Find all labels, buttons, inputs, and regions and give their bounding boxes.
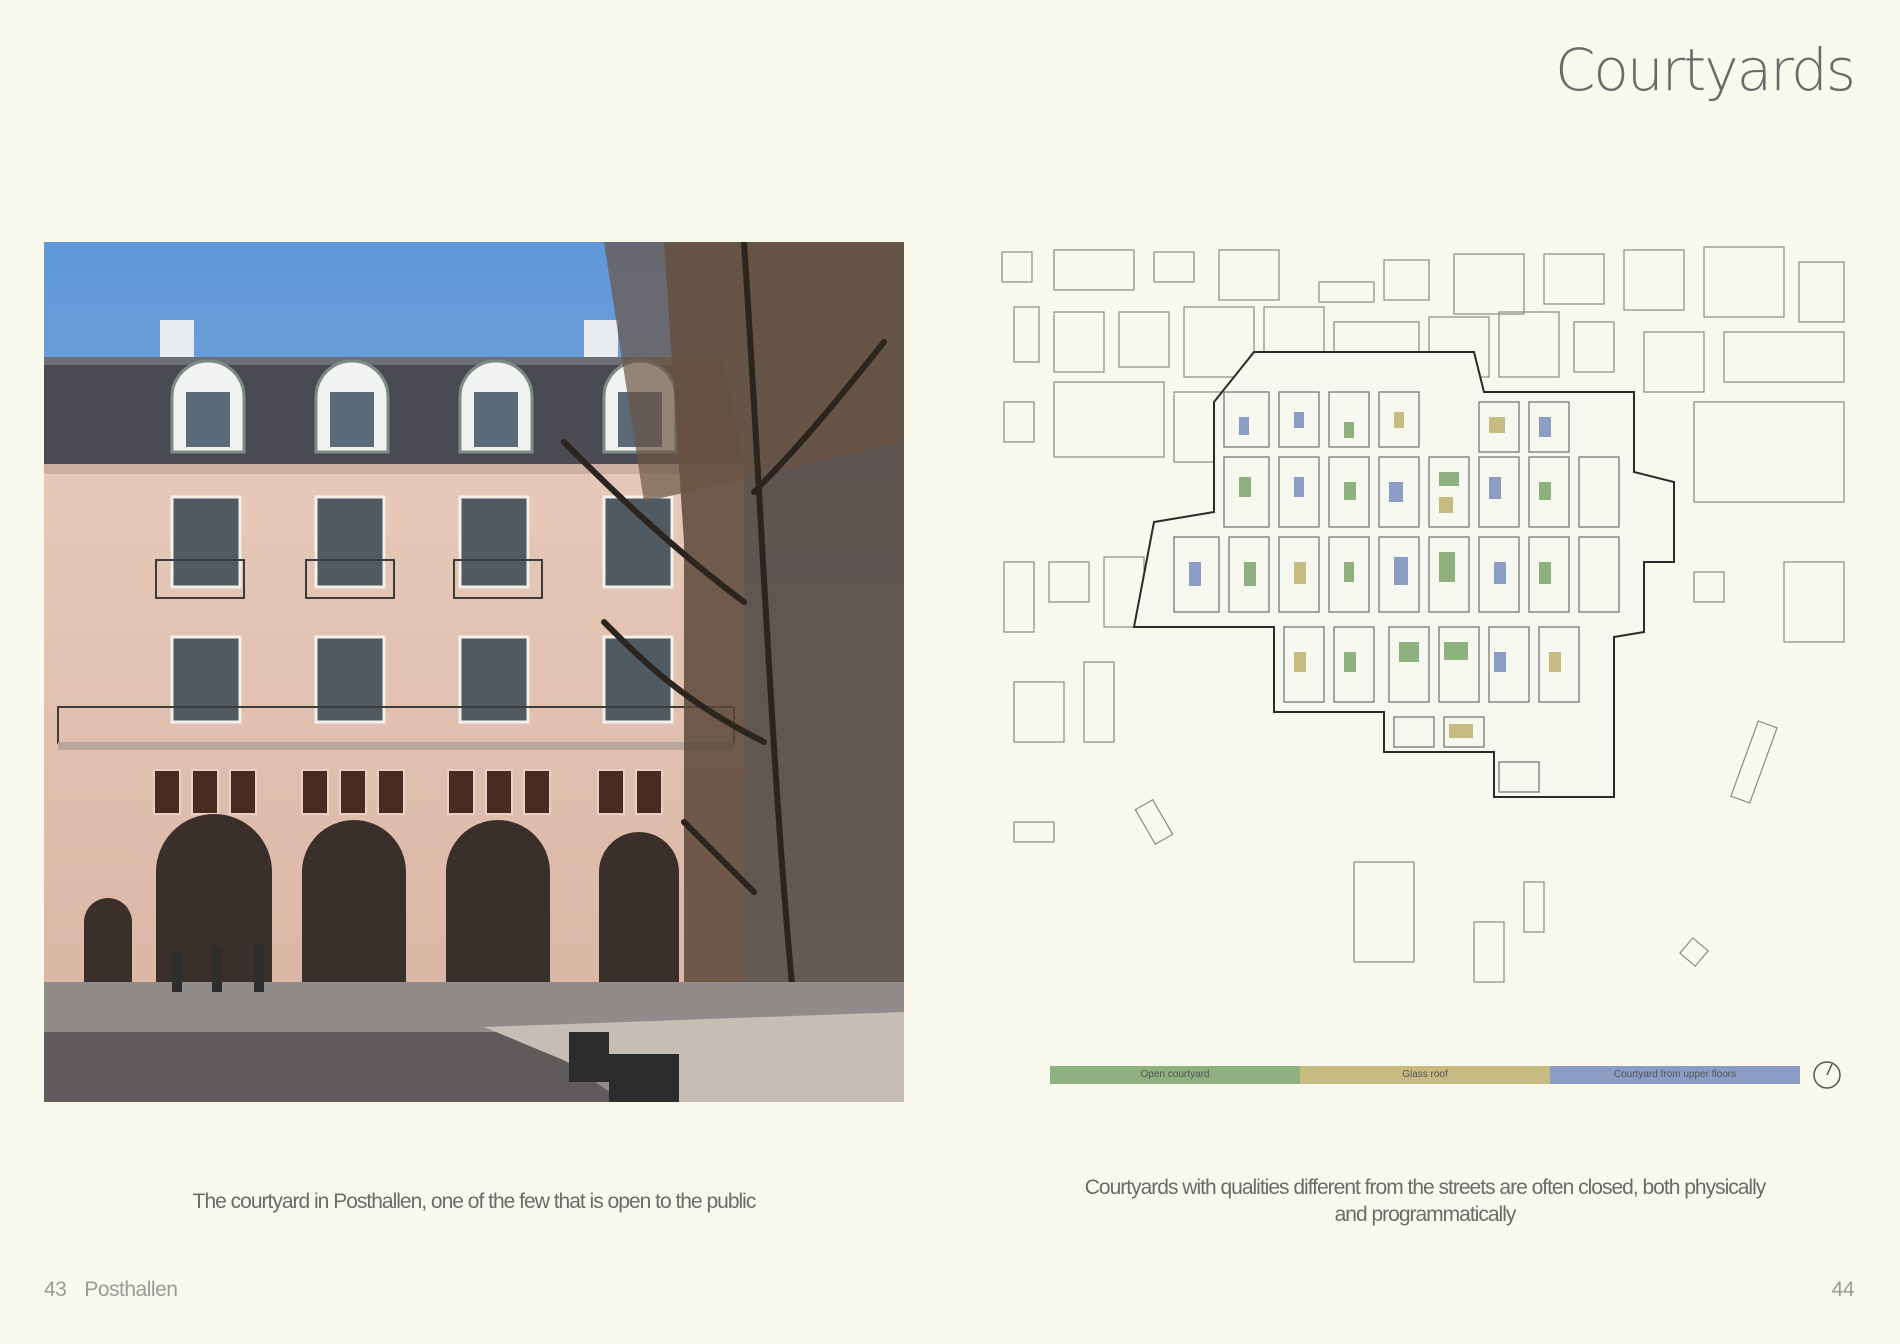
legend-upper-floors: Courtyard from upper floors — [1550, 1066, 1800, 1084]
section-name: Posthallen — [84, 1278, 178, 1301]
courtyard-photo — [44, 242, 904, 1102]
map-caption: Courtyards with qualities different from… — [1084, 1176, 1767, 1226]
page-number-left: 43 — [44, 1278, 67, 1301]
legend-open-courtyard: Open courtyard — [1050, 1066, 1300, 1084]
north-arrow-icon — [1812, 1060, 1842, 1090]
courtyard-map — [994, 242, 1854, 1102]
legend-label: Glass roof — [1402, 1069, 1448, 1080]
legend-glass-roof: Glass roof — [1300, 1066, 1550, 1084]
photo-caption: The courtyard in Posthallen, one of the … — [192, 1190, 757, 1213]
page-title: Courtyards — [1554, 36, 1856, 104]
footer-left: 43 Posthallen — [44, 1278, 178, 1302]
legend-label: Courtyard from upper floors — [1613, 1069, 1737, 1080]
page-number-right: 44 — [1831, 1278, 1855, 1301]
map-legend: Open courtyard Glass roof Courtyard from… — [1050, 1066, 1800, 1084]
legend-label: Open courtyard — [1140, 1069, 1210, 1080]
